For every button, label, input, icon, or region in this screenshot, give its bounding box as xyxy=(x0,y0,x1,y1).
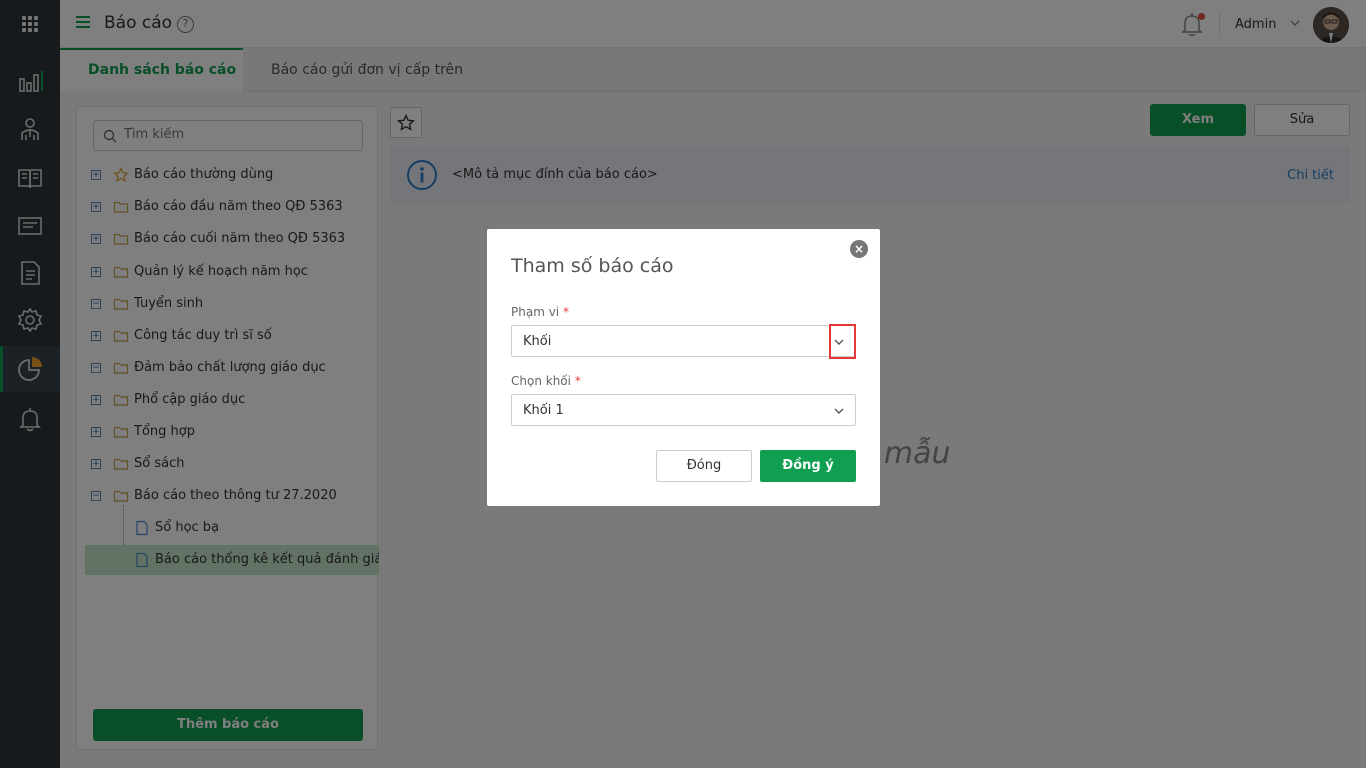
chevron-down-icon[interactable] xyxy=(832,404,846,418)
grade-label: Chọn khối * xyxy=(511,374,581,388)
confirm-button[interactable]: Đồng ý xyxy=(760,450,856,482)
scope-select[interactable]: Khối xyxy=(511,325,856,357)
scope-label: Phạm vi * xyxy=(511,305,569,319)
scope-select-value: Khối xyxy=(523,334,552,349)
dropdown-highlight-box xyxy=(829,324,856,359)
dialog-title: Tham số báo cáo xyxy=(511,255,674,277)
cancel-button[interactable]: Đóng xyxy=(656,450,752,482)
grade-select[interactable]: Khối 1 xyxy=(511,394,856,426)
report-params-dialog: × Tham số báo cáo Phạm vi * Khối Chọn kh… xyxy=(487,229,880,506)
close-icon[interactable]: × xyxy=(850,240,868,258)
grade-select-value: Khối 1 xyxy=(523,403,564,418)
